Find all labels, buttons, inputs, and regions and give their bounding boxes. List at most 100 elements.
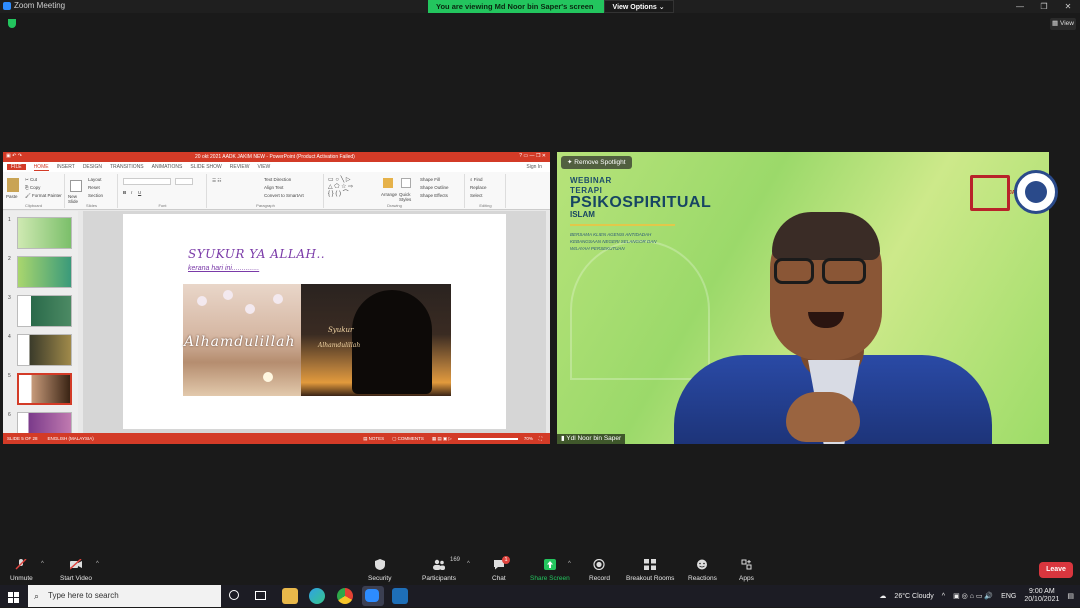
paste-button[interactable]: Paste <box>6 194 18 199</box>
find-button[interactable]: ⌕ Find <box>470 177 483 182</box>
slide-thumbnail-1[interactable] <box>17 217 72 249</box>
ppt-tab-view[interactable]: VIEW <box>258 164 271 170</box>
zoom-level[interactable]: 70% <box>524 436 533 441</box>
tray-app-icons[interactable]: ▣ ◎ ⌂ ▭ 🔊 <box>953 592 993 600</box>
slide-thumbnail-4[interactable] <box>17 334 72 366</box>
view-mode-buttons[interactable]: ▦ ▤ ▣ ▷ <box>432 436 452 442</box>
shape-effects-button[interactable]: Shape Effects <box>420 193 448 198</box>
ppt-tab-animations[interactable]: ANIMATIONS <box>152 164 183 170</box>
breakout-rooms-button[interactable]: Breakout Rooms <box>626 559 674 582</box>
slide-image-text-alhamdulillah: Alhamdulillah <box>184 334 296 350</box>
layout-button[interactable]: Layout <box>88 177 102 182</box>
text-direction-button[interactable]: Text Direction <box>264 177 291 182</box>
powerpoint-video-app-icon[interactable] <box>392 588 408 604</box>
reactions-button[interactable]: Reactions <box>688 559 717 582</box>
paste-icon[interactable] <box>7 178 19 192</box>
slide-thumbnails-pane: 1 2 3 4 5 6 <box>3 211 78 444</box>
clock[interactable]: 9:00 AM 20/10/2021 <box>1024 588 1059 604</box>
share-options-chevron[interactable]: ^ <box>568 561 571 567</box>
record-button[interactable]: Record <box>589 559 610 582</box>
align-text-button[interactable]: Align Text <box>264 185 283 190</box>
italic-button[interactable]: I <box>131 190 132 195</box>
ppt-tab-transitions[interactable]: TRANSITIONS <box>110 164 144 170</box>
clock-date: 20/10/2021 <box>1024 596 1060 603</box>
ppt-tab-review[interactable]: REVIEW <box>230 164 250 170</box>
weather-cloud-icon[interactable]: ☁ <box>879 592 886 600</box>
weather-status[interactable]: 26°C Cloudy <box>894 593 933 600</box>
format-painter-button[interactable]: 🖌 Format Painter <box>25 193 62 199</box>
maximize-button[interactable]: ❐ <box>1032 0 1056 13</box>
quick-styles-button[interactable]: Quick Styles <box>399 192 415 202</box>
comments-button[interactable]: ▢ COMMENTS <box>392 436 424 442</box>
shapes-gallery[interactable]: ▭ ○ ╲ ▷ △ ⬠ ☆ ⇨{ } ( ) ⌒ <box>328 177 378 201</box>
bullets-button[interactable]: ☰ ☷ <box>212 178 221 184</box>
underline-button[interactable]: U <box>138 190 141 195</box>
replace-button[interactable]: Replace <box>470 185 487 190</box>
arrange-icon[interactable] <box>383 178 393 188</box>
clock-time: 9:00 AM <box>1029 588 1055 595</box>
thumb-number: 3 <box>8 295 11 301</box>
chrome-browser-icon[interactable] <box>337 588 353 604</box>
unmute-button[interactable]: Unmute <box>10 559 33 582</box>
arrange-button[interactable]: Arrange <box>381 192 397 197</box>
start-video-button[interactable]: Start Video <box>60 559 92 582</box>
chat-button[interactable]: Chat 1 <box>492 556 510 582</box>
flower-shape <box>223 290 233 300</box>
quick-styles-icon[interactable] <box>401 178 411 188</box>
section-button[interactable]: Section <box>88 193 103 198</box>
minimize-button[interactable]: — <box>1008 0 1032 13</box>
close-button[interactable]: ✕ <box>1056 0 1080 13</box>
copy-button[interactable]: ⎘ Copy <box>25 185 40 190</box>
remove-spotlight-button[interactable]: ✦ Remove Spotlight <box>561 156 632 169</box>
convert-smartart-button[interactable]: Convert to SmartArt <box>264 193 304 198</box>
shield-icon <box>374 559 385 570</box>
task-view-icon[interactable] <box>255 591 266 600</box>
audio-options-chevron[interactable]: ^ <box>41 561 44 567</box>
slide-thumbnail-3[interactable] <box>17 295 72 327</box>
font-size-select[interactable] <box>175 178 193 185</box>
ppt-tab-file[interactable]: FILE <box>7 164 26 170</box>
ppt-tab-insert[interactable]: INSERT <box>57 164 75 170</box>
zoom-slider[interactable] <box>457 437 518 440</box>
slide-thumbnail-2[interactable] <box>17 256 72 288</box>
background-arch-pattern <box>570 240 710 380</box>
cut-button[interactable]: ✂ Cut <box>25 177 37 183</box>
shape-fill-button[interactable]: Shape Fill <box>420 177 440 182</box>
flower-shape <box>245 304 255 314</box>
new-slide-icon[interactable] <box>70 180 82 192</box>
font-name-select[interactable] <box>123 178 171 185</box>
webinar-description-1: BERSAMA KLIEN AGENSI ANTIDADAH <box>570 232 652 237</box>
select-button[interactable]: Select <box>470 193 483 198</box>
video-options-chevron[interactable]: ^ <box>96 561 99 567</box>
share-screen-button[interactable]: Share Screen <box>530 559 570 582</box>
fit-slide-icon[interactable]: ⛶ <box>539 436 542 441</box>
encryption-shield-icon[interactable] <box>8 19 16 28</box>
file-explorer-icon[interactable] <box>282 588 298 604</box>
apps-button[interactable]: Apps <box>739 559 754 582</box>
reset-button[interactable]: Reset <box>88 185 100 190</box>
ppt-tab-design[interactable]: DESIGN <box>83 164 102 170</box>
participants-options-chevron[interactable]: ^ <box>467 561 470 567</box>
viewing-share-label: You are viewing Md Noor bin Saper's scre… <box>428 0 604 13</box>
tray-overflow-chevron[interactable]: ^ <box>942 593 945 600</box>
participants-button[interactable]: Participants 169 <box>422 557 460 582</box>
taskbar-search-box[interactable]: ⌕ Type here to search <box>28 585 221 607</box>
slide-thumbnail-5-selected[interactable] <box>17 373 72 405</box>
ppt-tab-home[interactable]: HOME <box>33 164 49 171</box>
bold-button[interactable]: B <box>123 190 126 195</box>
notifications-icon[interactable]: ▤ <box>1067 592 1074 600</box>
ppt-sign-in[interactable]: Sign In <box>526 164 542 170</box>
view-options-button[interactable]: View Options ⌄ <box>603 0 674 13</box>
notes-button[interactable]: ▤ NOTES <box>363 436 384 442</box>
ppt-tab-slide-show[interactable]: SLIDE SHOW <box>190 164 221 170</box>
ppt-group-font: B I U Font <box>119 174 207 208</box>
slide-count-status: SLIDE 5 OF 28 <box>7 436 38 441</box>
edge-browser-icon[interactable] <box>309 588 325 604</box>
windows-start-icon[interactable] <box>8 590 19 603</box>
shape-outline-button[interactable]: Shape Outline <box>420 185 449 190</box>
leave-button[interactable]: Leave <box>1039 562 1073 578</box>
language-indicator[interactable]: ENG <box>1001 593 1016 600</box>
security-button[interactable]: Security <box>368 559 391 582</box>
view-button[interactable]: ▦ View <box>1050 18 1076 30</box>
cortana-icon[interactable] <box>229 590 239 600</box>
